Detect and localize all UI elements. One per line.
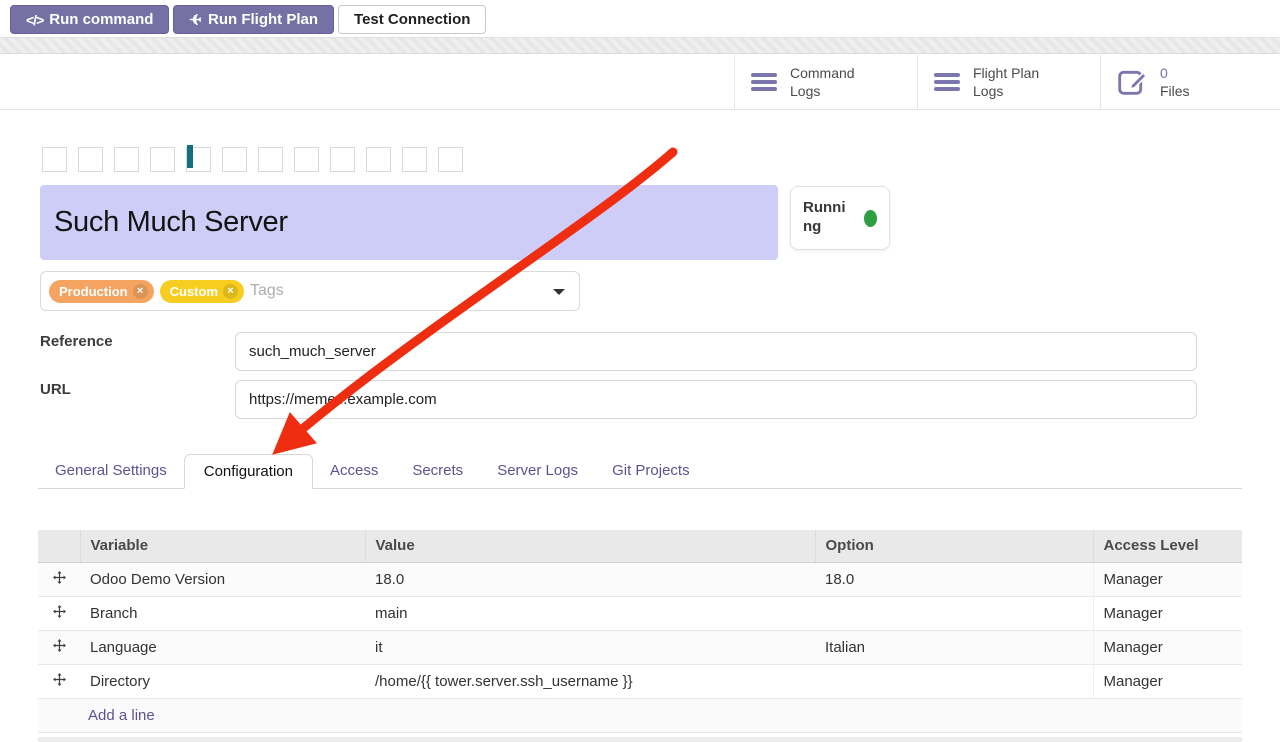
column-variable: Variable bbox=[80, 530, 365, 562]
color-picker bbox=[42, 147, 463, 172]
variables-table: Variable Value Option Access Level Odoo … bbox=[38, 530, 1242, 733]
chevron-down-icon[interactable] bbox=[553, 289, 565, 295]
cell-access: Manager bbox=[1093, 596, 1242, 630]
status-dot-icon bbox=[864, 210, 877, 227]
table-row[interactable]: Directory /home/{{ tower.server.ssh_user… bbox=[38, 664, 1242, 698]
reference-input[interactable] bbox=[235, 332, 1197, 371]
command-logs-label: Command Logs bbox=[790, 64, 876, 100]
run-flight-plan-button[interactable]: ✈ Run Flight Plan bbox=[173, 5, 334, 34]
status-label: Running bbox=[803, 199, 851, 237]
cell-option: 18.0 bbox=[815, 562, 1093, 596]
tags-placeholder: Tags bbox=[250, 282, 284, 300]
tab-general-settings[interactable]: General Settings bbox=[38, 454, 184, 488]
swatch-dark-purple[interactable] bbox=[222, 147, 247, 172]
swatch-green[interactable] bbox=[402, 147, 427, 172]
record-title-field[interactable]: Such Much Server bbox=[40, 185, 778, 260]
notebook-tabs: General Settings Configuration Access Se… bbox=[38, 454, 1242, 489]
tag-production-label: Production bbox=[59, 284, 128, 299]
list-icon bbox=[934, 73, 960, 91]
drag-handle-icon[interactable] bbox=[38, 664, 80, 698]
tab-configuration[interactable]: Configuration bbox=[184, 454, 313, 489]
url-input[interactable] bbox=[235, 380, 1197, 419]
code-icon: </> bbox=[26, 12, 43, 28]
table-row[interactable]: Odoo Demo Version 18.0 18.0 Manager bbox=[38, 562, 1242, 596]
run-command-button[interactable]: </> Run command bbox=[10, 5, 169, 34]
add-line-row: Add a line bbox=[38, 698, 1242, 732]
remove-tag-icon[interactable]: × bbox=[223, 284, 238, 299]
swatch-no-color[interactable] bbox=[42, 147, 67, 172]
tab-git-projects[interactable]: Git Projects bbox=[595, 454, 707, 488]
cell-option bbox=[815, 596, 1093, 630]
column-access-level: Access Level bbox=[1093, 530, 1242, 562]
swatch-red[interactable] bbox=[78, 147, 103, 172]
swatch-purple[interactable] bbox=[438, 147, 463, 172]
cell-option bbox=[815, 664, 1093, 698]
files-stat-button[interactable]: 0 Files bbox=[1100, 55, 1280, 109]
status-badge[interactable]: Running bbox=[790, 186, 890, 250]
command-logs-stat-button[interactable]: Command Logs bbox=[734, 55, 917, 109]
files-count: 0 bbox=[1160, 64, 1190, 82]
flight-plan-logs-stat-button[interactable]: Flight Plan Logs bbox=[917, 55, 1100, 109]
table-row[interactable]: Language it Italian Manager bbox=[38, 630, 1242, 664]
cell-variable: Directory bbox=[80, 664, 365, 698]
swatch-salmon[interactable] bbox=[258, 147, 283, 172]
flight-plan-logs-label: Flight Plan Logs bbox=[973, 64, 1059, 100]
status-strip bbox=[0, 37, 1280, 54]
tab-secrets[interactable]: Secrets bbox=[395, 454, 480, 488]
swatch-navy[interactable] bbox=[330, 147, 355, 172]
tag-custom: Custom × bbox=[160, 280, 244, 303]
swatch-yellow[interactable] bbox=[150, 147, 175, 172]
cell-access: Manager bbox=[1093, 630, 1242, 664]
column-value: Value bbox=[365, 530, 815, 562]
remove-tag-icon[interactable]: × bbox=[133, 284, 148, 299]
list-icon bbox=[751, 73, 777, 91]
table-row[interactable]: Branch main Manager bbox=[38, 596, 1242, 630]
cell-variable: Branch bbox=[80, 596, 365, 630]
run-flight-plan-label: Run Flight Plan bbox=[208, 11, 318, 28]
tab-access[interactable]: Access bbox=[313, 454, 395, 488]
tab-server-logs[interactable]: Server Logs bbox=[480, 454, 595, 488]
cell-access: Manager bbox=[1093, 664, 1242, 698]
tags-field[interactable]: Production × Custom × Tags bbox=[40, 271, 580, 311]
plane-icon: ✈ bbox=[189, 11, 202, 29]
files-label: Files bbox=[1160, 83, 1190, 99]
cell-variable: Odoo Demo Version bbox=[80, 562, 365, 596]
run-command-label: Run command bbox=[49, 11, 153, 28]
column-option: Option bbox=[815, 530, 1093, 562]
cell-value: it bbox=[365, 630, 815, 664]
url-label: URL bbox=[40, 381, 71, 398]
swatch-light-blue-selected[interactable] bbox=[186, 147, 211, 172]
cell-option: Italian bbox=[815, 630, 1093, 664]
page-title: Such Much Server bbox=[54, 206, 288, 239]
add-a-line-link[interactable]: Add a line bbox=[48, 707, 155, 724]
handle-column-header bbox=[38, 530, 80, 562]
cell-variable: Language bbox=[80, 630, 365, 664]
test-connection-button[interactable]: Test Connection bbox=[338, 5, 486, 34]
drag-handle-icon[interactable] bbox=[38, 596, 80, 630]
test-connection-label: Test Connection bbox=[354, 11, 470, 28]
edit-icon bbox=[1117, 66, 1147, 99]
drag-handle-icon[interactable] bbox=[38, 630, 80, 664]
drag-handle-icon[interactable] bbox=[38, 562, 80, 596]
cell-value: /home/{{ tower.server.ssh_username }} bbox=[365, 664, 815, 698]
cell-value: 18.0 bbox=[365, 562, 815, 596]
form-header: Command Logs Flight Plan Logs 0 Files bbox=[0, 55, 1280, 110]
stat-button-area: Command Logs Flight Plan Logs 0 Files bbox=[734, 55, 1280, 109]
reference-label: Reference bbox=[40, 333, 113, 350]
swatch-teal[interactable] bbox=[294, 147, 319, 172]
sheet-bottom-edge bbox=[38, 737, 1242, 742]
tag-custom-label: Custom bbox=[170, 284, 218, 299]
swatch-magenta[interactable] bbox=[366, 147, 391, 172]
cell-access: Manager bbox=[1093, 562, 1242, 596]
table-header-row: Variable Value Option Access Level bbox=[38, 530, 1242, 562]
tag-production: Production × bbox=[49, 280, 154, 303]
cell-value: main bbox=[365, 596, 815, 630]
swatch-orange[interactable] bbox=[114, 147, 139, 172]
toolbar: </> Run command ✈ Run Flight Plan Test C… bbox=[10, 5, 486, 34]
